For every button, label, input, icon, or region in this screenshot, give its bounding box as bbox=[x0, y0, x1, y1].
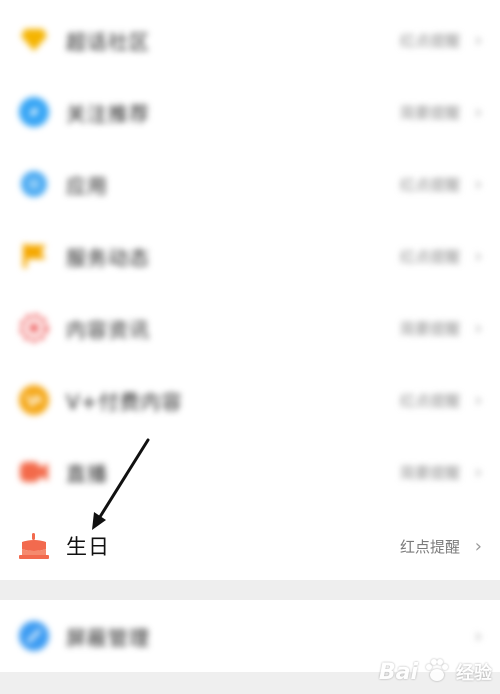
paw-icon bbox=[422, 656, 452, 688]
annotation-arrow bbox=[92, 438, 150, 530]
watermark-suffix: 经验 bbox=[456, 663, 492, 684]
baidu-jingyan-watermark: Bai 经验 bbox=[379, 656, 492, 688]
watermark-brand: Bai bbox=[378, 659, 418, 685]
